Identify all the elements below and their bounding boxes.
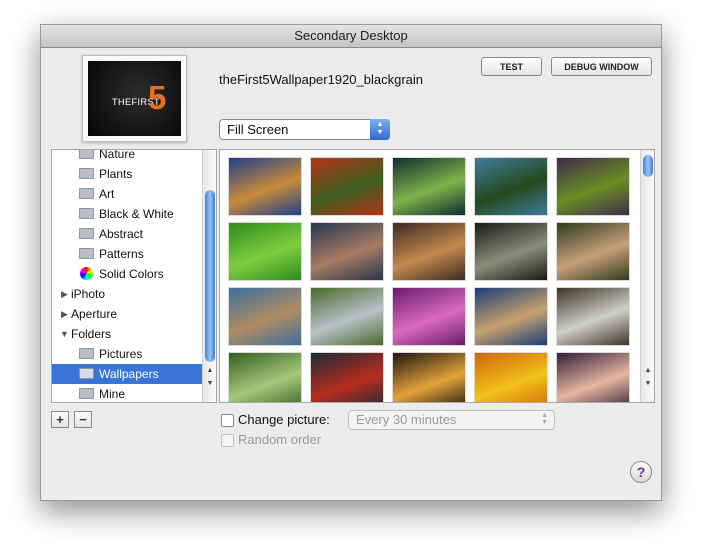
fit-mode-popup[interactable]: Fill Screen ▲ ▼ xyxy=(219,119,390,140)
interval-popup[interactable]: Every 30 minutes ▲ ▼ xyxy=(348,410,555,430)
scroll-up-icon[interactable]: ▲ xyxy=(203,364,216,377)
folder-icon xyxy=(79,368,94,379)
window-title: Secondary Desktop xyxy=(41,25,661,48)
sidebar-item-label: Nature xyxy=(99,149,136,161)
help-button[interactable]: ? xyxy=(630,461,652,483)
add-source-button[interactable]: + xyxy=(51,411,69,428)
test-button[interactable]: TEST xyxy=(481,57,542,76)
folder-icon xyxy=(79,248,94,259)
popup-arrows-icon: ▲ ▼ xyxy=(370,119,390,140)
sidebar-item-label: Mine xyxy=(99,387,126,401)
wallpaper-thumbnail[interactable] xyxy=(229,353,301,402)
sidebar-item-label: iPhoto xyxy=(71,287,106,301)
sidebar-item-black-white[interactable]: Black & White xyxy=(52,204,203,224)
wallpaper-thumbnail[interactable] xyxy=(393,288,465,345)
wallpaper-thumbnail[interactable] xyxy=(557,353,629,402)
wallpaper-thumbnail[interactable] xyxy=(475,223,547,280)
popup-arrows-icon: ▲ ▼ xyxy=(541,412,548,426)
folder-icon xyxy=(79,188,94,199)
wallpaper-thumbnail[interactable] xyxy=(311,353,383,402)
sidebar-item-patterns[interactable]: Patterns xyxy=(52,244,203,264)
remove-source-button[interactable]: − xyxy=(74,411,92,428)
wallpaper-thumbnail[interactable] xyxy=(475,353,547,402)
wallpaper-thumbnail[interactable] xyxy=(229,288,301,345)
sidebar-item-plants[interactable]: Plants xyxy=(52,164,203,184)
wallpaper-thumbnail[interactable] xyxy=(557,158,629,215)
wallpaper-thumbnail[interactable] xyxy=(311,288,383,345)
sidebar-item-abstract[interactable]: Abstract xyxy=(52,224,203,244)
sidebar-item-pictures[interactable]: Pictures xyxy=(52,344,203,364)
random-order-checkbox[interactable] xyxy=(221,434,234,447)
change-picture-label: Change picture: xyxy=(238,412,330,427)
random-order-label: Random order xyxy=(238,432,322,447)
fit-mode-value: Fill Screen xyxy=(227,122,289,137)
wallpaper-preview: THEFIRST 5 xyxy=(82,55,187,142)
color-wheel-icon xyxy=(80,267,93,280)
scroll-down-icon[interactable]: ▼ xyxy=(641,377,654,390)
sidebar-item-folders[interactable]: ▼ Folders xyxy=(52,324,203,344)
sidebar-item-label: Aperture xyxy=(71,307,118,321)
wallpaper-grid[interactable]: ▲ ▼ xyxy=(219,149,655,403)
current-wallpaper-name: theFirst5Wallpaper1920_blackgrain xyxy=(219,72,424,87)
sidebar-item-label: Patterns xyxy=(99,247,144,261)
preview-logo-number: 5 xyxy=(148,79,167,116)
sidebar-item-label: Plants xyxy=(99,167,133,181)
disclosure-down-icon[interactable]: ▼ xyxy=(60,324,69,344)
sidebar-item-label: Pictures xyxy=(99,347,143,361)
sidebar-item-label: Abstract xyxy=(99,227,144,241)
wallpaper-thumbnail[interactable] xyxy=(557,223,629,280)
scroll-up-icon[interactable]: ▲ xyxy=(641,364,654,377)
sidebar-item-wallpapers[interactable]: Wallpapers xyxy=(52,364,203,384)
debug-window-button[interactable]: DEBUG WINDOW xyxy=(551,57,652,76)
folder-icon xyxy=(79,208,94,219)
grid-scrollbar[interactable]: ▲ ▼ xyxy=(640,150,654,402)
wallpaper-thumbnail[interactable] xyxy=(311,223,383,280)
sidebar-item-label: Wallpapers xyxy=(99,367,159,381)
source-list[interactable]: Nature Plants Art Black & White Abstract… xyxy=(51,149,217,403)
pictures-folder-icon xyxy=(79,348,94,359)
wallpaper-thumbnail[interactable] xyxy=(475,288,547,345)
sidebar-scroll-thumb[interactable] xyxy=(205,190,215,362)
wallpaper-thumbnail[interactable] xyxy=(557,288,629,345)
preview-image: THEFIRST 5 xyxy=(88,61,181,136)
folder-icon xyxy=(79,150,94,159)
sidebar-item-label: Solid Colors xyxy=(99,267,164,281)
sidebar-item-label: Folders xyxy=(71,327,112,341)
sidebar-item-label: Black & White xyxy=(99,207,174,221)
disclosure-right-icon[interactable]: ▶ xyxy=(61,284,68,304)
sidebar-item-nature[interactable]: Nature xyxy=(52,149,203,164)
grid-scroll-thumb[interactable] xyxy=(643,155,653,177)
sidebar-item-art[interactable]: Art xyxy=(52,184,203,204)
change-picture-checkbox[interactable] xyxy=(221,414,234,427)
wallpaper-thumbnail[interactable] xyxy=(393,353,465,402)
wallpaper-thumbnail[interactable] xyxy=(475,158,547,215)
scroll-down-icon[interactable]: ▼ xyxy=(203,377,216,390)
disclosure-right-icon[interactable]: ▶ xyxy=(61,304,68,324)
sidebar-item-label: Art xyxy=(99,187,115,201)
wallpaper-thumbnail[interactable] xyxy=(393,223,465,280)
sidebar-item-iphoto[interactable]: ▶ iPhoto xyxy=(52,284,203,304)
interval-value: Every 30 minutes xyxy=(356,412,457,427)
sidebar-scrollbar[interactable]: ▲ ▼ xyxy=(202,150,216,402)
wallpaper-thumbnail[interactable] xyxy=(393,158,465,215)
secondary-desktop-window: Secondary Desktop THEFIRST 5 theFirst5Wa… xyxy=(40,24,662,501)
wallpaper-thumbnail[interactable] xyxy=(311,158,383,215)
wallpaper-thumbnail[interactable] xyxy=(229,223,301,280)
folder-icon xyxy=(79,168,94,179)
folder-icon xyxy=(79,228,94,239)
folder-icon xyxy=(79,388,94,399)
sidebar-item-mine[interactable]: Mine xyxy=(52,384,203,402)
sidebar-item-solid-colors[interactable]: Solid Colors xyxy=(52,264,203,284)
wallpaper-thumbnail[interactable] xyxy=(229,158,301,215)
sidebar-item-aperture[interactable]: ▶ Aperture xyxy=(52,304,203,324)
